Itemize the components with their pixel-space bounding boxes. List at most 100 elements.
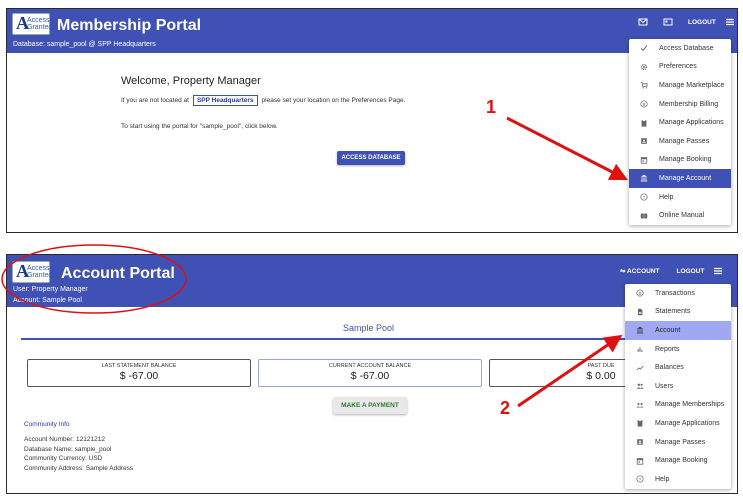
clipboard-icon — [625, 419, 655, 428]
community-address: Community Address: Sample Address — [24, 464, 134, 472]
menu-item-access-database[interactable]: Access Database — [629, 39, 731, 58]
group-icon — [625, 401, 655, 409]
menu-item-label: Manage Account — [659, 174, 712, 182]
menu-item-account[interactable]: Account — [625, 321, 731, 340]
membership-portal-screenshot: A Access Granted Membership Portal Datab… — [6, 8, 738, 233]
last-statement-balance-card: LAST STATEMENT BALANCE $ -67.00 — [27, 359, 251, 387]
logout-button[interactable]: LOGOUT — [688, 19, 716, 26]
cart-icon — [629, 81, 659, 90]
menu-item-help[interactable]: ? Help — [625, 470, 731, 489]
account-link[interactable]: ⇋ ACCOUNT — [620, 267, 660, 275]
menu-item-label: Membership Billing — [659, 100, 719, 108]
menu-item-manage-passes[interactable]: Manage Passes — [625, 433, 731, 452]
logout-button[interactable]: LOGOUT — [677, 268, 705, 275]
page-title: Account Portal — [61, 265, 175, 282]
menu-item-label: Help — [659, 193, 674, 201]
bank-icon — [629, 174, 659, 182]
start-instructions: To start using the portal for "sample_po… — [121, 123, 278, 130]
bar-chart-icon — [625, 345, 655, 353]
menu-item-manage-booking[interactable]: Manage Booking — [625, 451, 731, 470]
menu-item-manage-memberships[interactable]: Manage Memberships — [625, 396, 731, 415]
menu-item-label: Manage Booking — [655, 457, 708, 465]
community-currency: Community Currency: USD — [24, 455, 103, 462]
location-notice: If you are not located at SPP Headquarte… — [121, 95, 406, 106]
calendar-icon — [629, 156, 659, 164]
menu-item-label: Statements — [655, 308, 691, 316]
svg-text:$: $ — [643, 102, 646, 108]
check-icon — [629, 44, 659, 52]
community-info-title: Community Info — [24, 421, 70, 428]
community-details: Account Number: 12121212 Database Name: … — [24, 435, 133, 473]
menu-item-manage-applications[interactable]: Manage Applications — [629, 113, 731, 132]
database-line: Database: sample_pool @ SPP Headquarters — [13, 41, 156, 48]
header-actions: LOGOUT — [638, 17, 735, 27]
menu-item-label: Account — [655, 326, 681, 334]
menu-item-label: Manage Booking — [659, 156, 712, 164]
menu-item-manage-account[interactable]: Manage Account — [629, 169, 731, 188]
menu-item-label: Preferences — [659, 63, 697, 71]
access-database-button[interactable]: ACCESS DATABASE — [337, 151, 405, 165]
menu-item-label: Manage Passes — [655, 438, 706, 446]
mail-icon[interactable] — [638, 17, 648, 27]
database-name: Database Name: sample_pool — [24, 445, 112, 453]
menu-item-transactions[interactable]: $ Transactions — [625, 284, 731, 303]
menu-item-manage-applications[interactable]: Manage Applications — [625, 414, 731, 433]
menu-item-help[interactable]: ? Help — [629, 188, 731, 207]
menu-item-reports[interactable]: Reports — [625, 340, 731, 359]
book-icon — [629, 212, 659, 220]
annotation-number-2: 2 — [500, 398, 511, 418]
page-title: Membership Portal — [57, 17, 202, 34]
help-icon: ? — [629, 193, 659, 201]
pool-title: Sample Pool — [343, 323, 395, 333]
user-line: User: Property Manager — [13, 286, 88, 293]
access-granted-logo[interactable]: A Access Granted — [12, 261, 52, 283]
menu-item-membership-billing[interactable]: $ Membership Billing — [629, 95, 731, 114]
welcome-heading: Welcome, Property Manager — [121, 75, 261, 87]
help-icon: ? — [625, 475, 655, 483]
account-line: Account: Sample Pool — [13, 297, 82, 304]
account-number: Account Number: 12121212 — [24, 436, 105, 443]
account-portal-screenshot: A Access Granted Account Portal User: Pr… — [6, 254, 738, 494]
calendar-icon — [625, 457, 655, 465]
users-icon — [625, 382, 655, 390]
menu-item-label: Balances — [655, 364, 684, 372]
id-card-icon[interactable] — [663, 17, 673, 27]
menu-item-preferences[interactable]: Preferences — [629, 58, 731, 77]
menu-item-label: Transactions — [655, 289, 695, 297]
menu-item-manage-passes[interactable]: Manage Passes — [629, 132, 731, 151]
hamburger-menu-icon[interactable] — [725, 17, 735, 27]
menu-item-label: Manage Passes — [659, 137, 710, 145]
gear-icon — [629, 63, 659, 71]
svg-text:?: ? — [639, 477, 642, 483]
location-name[interactable]: SPP Headquarters — [192, 95, 258, 106]
menu-item-label: Reports — [655, 345, 680, 353]
title-divider — [21, 338, 727, 340]
menu-item-users[interactable]: Users — [625, 377, 731, 396]
menu-item-label: Manage Applications — [659, 119, 724, 127]
menu-item-label: Access Database — [659, 44, 714, 52]
menu-item-balances[interactable]: Balances — [625, 358, 731, 377]
account-dropdown-menu: $ Transactions Statements Account Reports Bal… — [625, 284, 731, 489]
access-granted-logo[interactable]: A Access Granted — [12, 13, 52, 35]
menu-item-statements[interactable]: Statements — [625, 303, 731, 322]
menu-item-label: Manage Memberships — [655, 401, 725, 409]
svg-text:$: $ — [639, 291, 642, 297]
clipboard-icon — [629, 119, 659, 127]
hamburger-menu-icon[interactable] — [713, 266, 723, 276]
menu-item-label: Manage Marketplace — [659, 81, 725, 89]
badge-icon — [629, 137, 659, 145]
header-actions: ⇋ ACCOUNT LOGOUT — [620, 266, 723, 276]
menu-item-online-manual[interactable]: Online Manual — [629, 206, 731, 225]
menu-item-label: Manage Applications — [655, 419, 720, 427]
trend-icon — [625, 364, 655, 372]
menu-item-manage-marketplace[interactable]: Manage Marketplace — [629, 76, 731, 95]
badge-icon — [625, 438, 655, 446]
menu-item-manage-booking[interactable]: Manage Booking — [629, 151, 731, 170]
menu-item-label: Online Manual — [659, 212, 705, 220]
menu-item-label: Help — [655, 475, 670, 483]
menu-item-label: Users — [655, 382, 674, 390]
dollar-icon: $ — [629, 100, 659, 108]
make-payment-button[interactable]: MAKE A PAYMENT — [333, 397, 407, 414]
document-icon — [625, 308, 655, 316]
app-header: A Access Granted Membership Portal Datab… — [7, 9, 737, 53]
